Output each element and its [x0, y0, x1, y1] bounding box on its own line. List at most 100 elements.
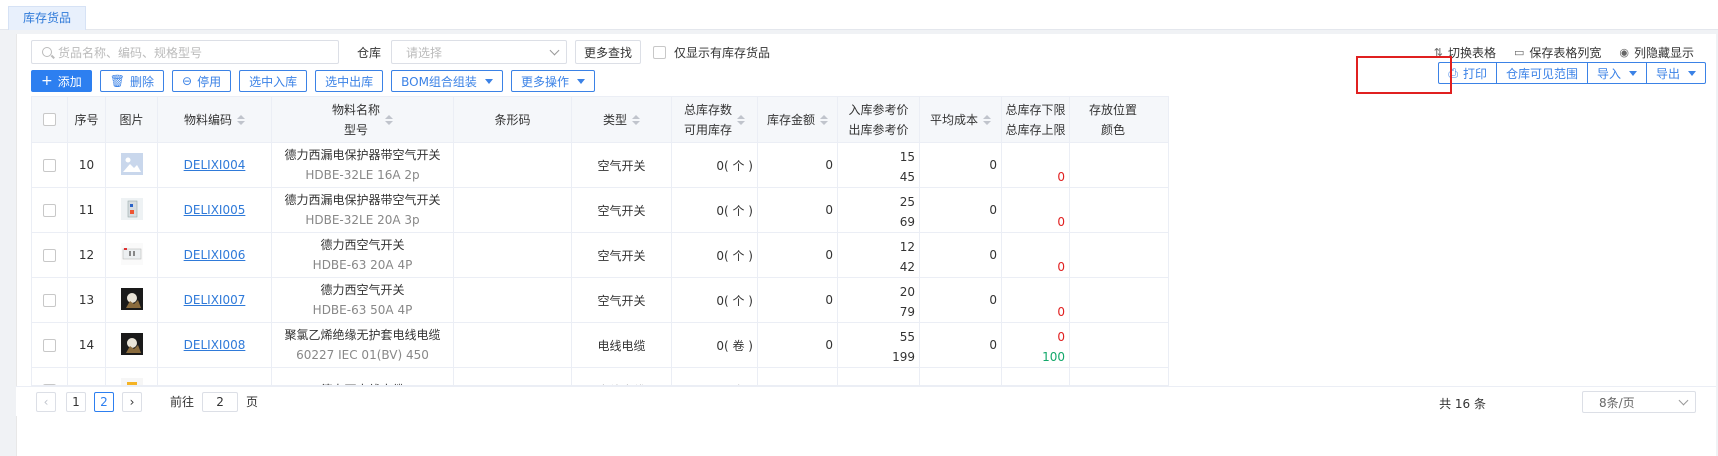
- tab-inventory[interactable]: 库存货品: [8, 6, 87, 30]
- header-image: 图片: [106, 97, 158, 142]
- table-row[interactable]: 14 DELIXI008 聚氯乙烯绝缘无护套电线电缆 60227 IEC 01(BV)…: [32, 323, 1168, 368]
- table-tools: ⇅ 切换表格 ▭ 保存表格列宽 ◉ 列隐藏显示: [1434, 44, 1694, 61]
- bom-button[interactable]: BOM组合组装: [391, 70, 503, 92]
- only-in-stock-checkbox[interactable]: [653, 45, 667, 59]
- disable-button[interactable]: ⊖ 停用: [172, 70, 232, 92]
- row-checkbox[interactable]: [43, 203, 56, 217]
- table-row[interactable]: 10 DELIXI004 德力西漏电保护器带空气开关 HDBE-32LE 16A 2p…: [32, 143, 1168, 188]
- minus-circle-icon: ⊖: [182, 74, 193, 88]
- product-model: HDBE-63 20A 4P: [312, 258, 413, 272]
- search-input[interactable]: 货品名称、编码、规格型号: [31, 40, 339, 64]
- row-checkbox[interactable]: [43, 248, 56, 262]
- product-code-link[interactable]: DELIXI006: [184, 248, 246, 262]
- product-thumbnail[interactable]: [120, 377, 143, 385]
- header-avg-cost[interactable]: 平均成本: [920, 97, 1002, 142]
- cell-amount: 0: [758, 143, 838, 187]
- select-all-checkbox[interactable]: [43, 113, 56, 126]
- sort-icon: [385, 114, 393, 125]
- product-code-link[interactable]: DELIXI005: [184, 203, 246, 217]
- header-code[interactable]: 物料编码: [158, 97, 272, 142]
- chevron-left-icon: ‹: [43, 394, 49, 409]
- cell-image: [106, 278, 158, 322]
- cell-avg-cost: 0: [920, 188, 1002, 232]
- row-checkbox[interactable]: [43, 293, 56, 307]
- product-thumbnail[interactable]: [120, 242, 143, 268]
- header-stock[interactable]: 总库存数 可用库存: [672, 97, 758, 142]
- prev-page-button[interactable]: ‹: [36, 391, 56, 412]
- product-thumbnail[interactable]: [120, 197, 143, 223]
- plus-icon: +: [41, 73, 53, 89]
- page-1-button[interactable]: 1: [66, 391, 86, 412]
- product-code-link[interactable]: DELIXI007: [184, 293, 246, 307]
- cell-name-model: 德力西空气开关 HDBE-63 20A 4P: [272, 233, 454, 277]
- product-model: 60227 IEC 01(BV) 450: [296, 348, 429, 362]
- cell-code: DELIXI004: [158, 143, 272, 187]
- cell-index: 12: [68, 233, 106, 277]
- more-actions-button[interactable]: 更多操作: [510, 70, 595, 92]
- cell-code: DELIXI009: [158, 368, 272, 385]
- table-row[interactable]: 11 DELIXI005 德力西漏电保护器带空气开关 HDBE-32LE 20A 3p…: [32, 188, 1168, 233]
- product-code-link[interactable]: DELIXI008: [184, 338, 246, 352]
- product-code-link[interactable]: DELIXI004: [184, 158, 246, 172]
- page-size-select[interactable]: 8条/页: [1582, 391, 1696, 413]
- more-search-button[interactable]: 更多查找: [575, 40, 642, 64]
- chevron-down-icon: [549, 45, 560, 55]
- print-button[interactable]: ⎙ 打印: [1438, 62, 1497, 84]
- cell-index: 14: [68, 323, 106, 367]
- delete-button[interactable]: 🗑 删除: [99, 70, 164, 92]
- stock-lower: 0: [1057, 305, 1065, 319]
- header-type[interactable]: 类型: [572, 97, 672, 142]
- export-button[interactable]: 导出: [1645, 62, 1706, 84]
- product-name: 聚氯乙烯绝缘无护套电线电缆: [284, 328, 441, 342]
- sort-icon: [737, 114, 745, 125]
- cell-location: [1070, 188, 1156, 232]
- out-ref-price: 69: [899, 215, 915, 229]
- in-ref-price: 55: [899, 330, 915, 344]
- in-ref-price: 12: [899, 240, 915, 254]
- row-checkbox[interactable]: [43, 338, 56, 352]
- sort-icon: [820, 114, 828, 125]
- table-row[interactable]: 15DELIXI009德力西电线电缆电线电缆0( 卷 )04500: [32, 368, 1168, 385]
- out-ref-price: 45: [899, 170, 915, 184]
- product-thumbnail[interactable]: [120, 152, 143, 178]
- product-thumbnail[interactable]: [120, 332, 143, 358]
- sort-icon: [237, 114, 245, 125]
- warehouse-scope-button[interactable]: 仓库可见范围: [1495, 62, 1588, 84]
- pagination-bar: ‹ 1 2 › 前往 2 页 共 16 条 8条/页: [16, 386, 1716, 416]
- warehouse-select[interactable]: 请选择: [391, 40, 568, 64]
- import-button[interactable]: 导入: [1586, 62, 1647, 84]
- show-hidden-columns-button[interactable]: ◉ 列隐藏显示: [1619, 44, 1694, 61]
- cell-name-model: 德力西漏电保护器带空气开关 HDBE-32LE 20A 3p: [272, 188, 454, 232]
- row-checkbox[interactable]: [43, 158, 56, 172]
- search-icon: [42, 47, 52, 57]
- right-action-group: ⎙ 打印 仓库可见范围 导入 导出: [1438, 62, 1706, 84]
- cell-barcode: [454, 323, 572, 367]
- page-2-button[interactable]: 2: [94, 391, 114, 412]
- header-stock-amount[interactable]: 库存金额: [758, 97, 838, 142]
- action-bar: + 添加 🗑 删除 ⊖ 停用 选中入库 选中出库 BOM组合组装 更多操作: [31, 70, 603, 92]
- cell-ref-price: 55 199: [838, 323, 920, 367]
- in-ref-price: 15: [899, 150, 915, 164]
- cell-type: 电线电缆: [572, 323, 672, 367]
- table-row[interactable]: 13 DELIXI007 德力西空气开关 HDBE-63 50A 4P 空气开关 0( 个…: [32, 278, 1168, 323]
- cell-code: DELIXI005: [158, 188, 272, 232]
- next-page-button[interactable]: ›: [122, 391, 142, 412]
- goto-page-input[interactable]: 2: [202, 391, 239, 412]
- chevron-right-icon: ›: [129, 394, 135, 409]
- stock-upper: 100: [1042, 350, 1065, 364]
- product-name: 德力西空气开关: [320, 283, 405, 297]
- save-columns-button[interactable]: ▭ 保存表格列宽: [1514, 44, 1601, 61]
- out-ref-price: 42: [899, 260, 915, 274]
- swap-icon: ⇅: [1433, 46, 1443, 59]
- cell-barcode: [454, 278, 572, 322]
- table-row[interactable]: 12 DELIXI006 德力西空气开关 HDBE-63 20A 4P 空气开关 0( 个…: [32, 233, 1168, 278]
- add-button[interactable]: + 添加: [31, 70, 92, 92]
- cell-stock-limits: 0 100: [1002, 323, 1070, 367]
- header-name-model[interactable]: 物料名称 型号: [272, 97, 454, 142]
- select-in-button[interactable]: 选中入库: [239, 70, 308, 92]
- switch-table-button[interactable]: ⇅ 切换表格: [1434, 44, 1496, 61]
- select-out-button[interactable]: 选中出库: [315, 70, 384, 92]
- cell-barcode: [454, 188, 572, 232]
- product-thumbnail[interactable]: [120, 287, 143, 313]
- caret-down-icon: [484, 78, 493, 84]
